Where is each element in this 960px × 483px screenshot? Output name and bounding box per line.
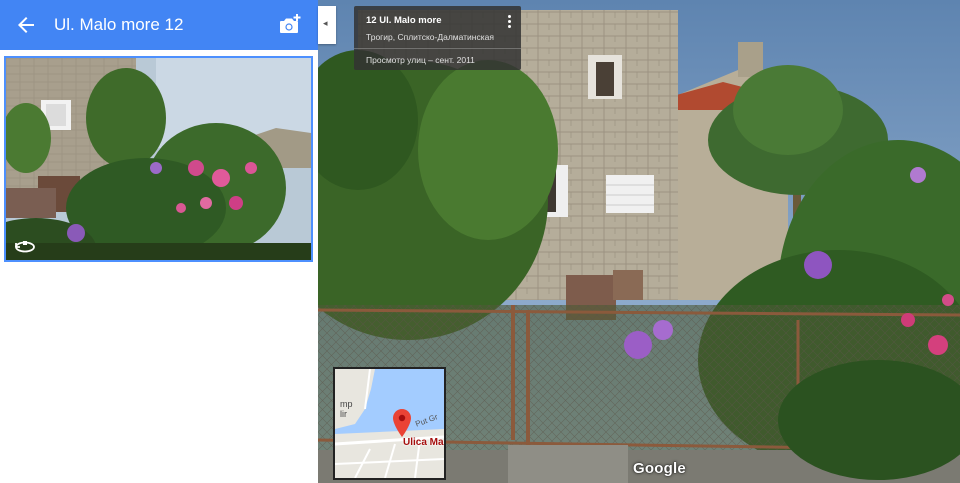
address-title[interactable]: 12 Ul. Malo more xyxy=(366,15,442,26)
location-info-card: 12 Ul. Malo more Трогир, Сплитско-Далмат… xyxy=(354,6,521,70)
street-view-thumbnail[interactable] xyxy=(4,56,313,262)
add-photo-icon xyxy=(280,14,301,33)
left-panel: Ul. Malo more 12 xyxy=(0,0,318,483)
chevron-left-icon: ◂ xyxy=(323,18,328,28)
add-photo-button[interactable] xyxy=(278,13,302,37)
minimap[interactable]: mp lir Put Gr Ulica Ma xyxy=(333,367,446,480)
place-title: Ul. Malo more 12 xyxy=(54,15,184,34)
minimap-place-label: Ulica Ma xyxy=(403,437,444,448)
map-pin-icon xyxy=(393,409,411,437)
rotate-360-button[interactable] xyxy=(14,238,36,256)
collapse-panel-button[interactable]: ◂ xyxy=(318,6,336,44)
back-button[interactable] xyxy=(14,13,38,37)
capture-date[interactable]: Просмотр улиц – сент. 2011 xyxy=(366,55,475,65)
arrow-left-icon xyxy=(18,17,34,33)
minimap-edge-text: mp lir xyxy=(340,399,353,419)
google-logo: Google xyxy=(633,460,686,477)
thumbnail-photo xyxy=(6,58,311,260)
address-region: Трогир, Сплитско-Далматинская xyxy=(366,32,494,42)
header-bar: Ul. Malo more 12 xyxy=(0,0,318,50)
360-rotate-icon xyxy=(15,241,35,253)
divider xyxy=(354,48,521,49)
more-vert-icon[interactable] xyxy=(503,14,515,30)
